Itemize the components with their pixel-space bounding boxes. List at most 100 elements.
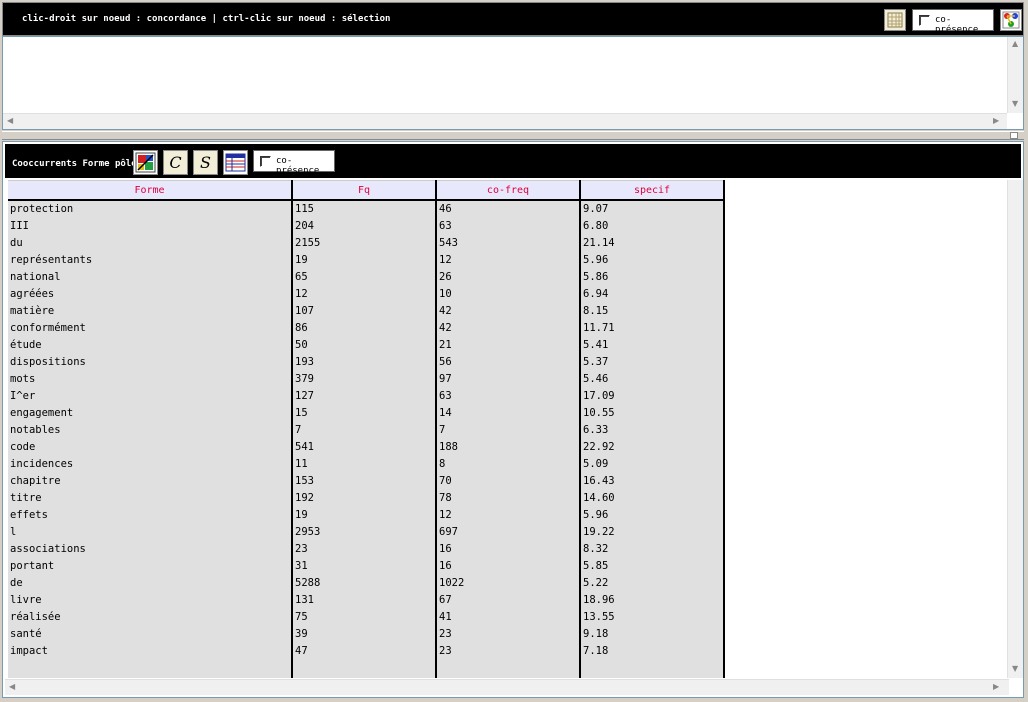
table-cell[interactable]: effets	[8, 507, 291, 524]
table-cell[interactable]: 8	[437, 456, 579, 473]
table-cell[interactable]: 86	[293, 320, 435, 337]
s-letter-icon[interactable]: S	[193, 150, 218, 175]
table-cell[interactable]: 97	[437, 371, 579, 388]
table-cell[interactable]: 115	[293, 201, 435, 218]
table-cell[interactable]: 192	[293, 490, 435, 507]
table-cell[interactable]: 188	[437, 439, 579, 456]
table-cell[interactable]: national	[8, 269, 291, 286]
table-cell[interactable]: 23	[437, 643, 579, 660]
table-cell[interactable]: 70	[437, 473, 579, 490]
table-cell[interactable]: 39	[293, 626, 435, 643]
scroll-right-arrow-icon[interactable]: ▶	[993, 116, 999, 125]
table-cell[interactable]: 5.96	[581, 507, 723, 524]
table-cell[interactable]: 17.09	[581, 388, 723, 405]
column-header-fq[interactable]: Fq	[293, 180, 435, 201]
scroll-left-arrow-icon[interactable]: ◀	[7, 116, 13, 125]
table-cell[interactable]: portant	[8, 558, 291, 575]
scroll-left-arrow-icon[interactable]: ◀	[9, 682, 15, 691]
table-cell[interactable]: 42	[437, 320, 579, 337]
table-cell[interactable]: représentants	[8, 252, 291, 269]
table-cell[interactable]: réalisée	[8, 609, 291, 626]
table-cell[interactable]: chapitre	[8, 473, 291, 490]
table-cell[interactable]: 5.09	[581, 456, 723, 473]
table-cell[interactable]: mots	[8, 371, 291, 388]
table-cell[interactable]: 9.07	[581, 201, 723, 218]
table-cell[interactable]: 16	[437, 558, 579, 575]
table-cell[interactable]: 5.41	[581, 337, 723, 354]
table-cell[interactable]: matière	[8, 303, 291, 320]
co-presence-toggle-top[interactable]: co-présence	[912, 9, 994, 35]
table-cell[interactable]: 2155	[293, 235, 435, 252]
co-presence-checkbox-top[interactable]	[919, 15, 930, 26]
table-cell[interactable]: 127	[293, 388, 435, 405]
c-letter-icon[interactable]: C	[163, 150, 188, 175]
table-cell[interactable]: 6.33	[581, 422, 723, 439]
table-cell[interactable]: 12	[437, 507, 579, 524]
table-cell[interactable]: 11	[293, 456, 435, 473]
table-cell[interactable]: 10.55	[581, 405, 723, 422]
scroll-right-arrow-icon[interactable]: ▶	[993, 682, 999, 691]
table-cell[interactable]: 13.55	[581, 609, 723, 626]
table-cell[interactable]: 75	[293, 609, 435, 626]
table-cell[interactable]: 12	[437, 252, 579, 269]
table-cell[interactable]: l	[8, 524, 291, 541]
table-cell[interactable]: santé	[8, 626, 291, 643]
table-icon[interactable]	[223, 150, 248, 175]
column-header-specif[interactable]: specif	[581, 180, 723, 201]
table-cell[interactable]: 1022	[437, 575, 579, 592]
table-cell[interactable]: 56	[437, 354, 579, 371]
table-cell[interactable]: 10	[437, 286, 579, 303]
table-cell[interactable]: 5288	[293, 575, 435, 592]
table-cell[interactable]: 5.96	[581, 252, 723, 269]
table-cell[interactable]: 16.43	[581, 473, 723, 490]
table-cell[interactable]: 7	[437, 422, 579, 439]
table-cell[interactable]: 8.32	[581, 541, 723, 558]
table-cell[interactable]: 543	[437, 235, 579, 252]
table-cell[interactable]: I^er	[8, 388, 291, 405]
table-cell[interactable]: 41	[437, 609, 579, 626]
table-cell[interactable]: 31	[293, 558, 435, 575]
table-cell[interactable]: associations	[8, 541, 291, 558]
vertical-scrollbar-top[interactable]: ▲ ▼	[1007, 37, 1023, 113]
table-cell[interactable]: 21.14	[581, 235, 723, 252]
table-cell[interactable]: 193	[293, 354, 435, 371]
table-cell[interactable]: 78	[437, 490, 579, 507]
horizontal-scrollbar-top[interactable]: ◀ ▶	[3, 113, 1007, 129]
table-cell[interactable]: 23	[437, 626, 579, 643]
table-cell[interactable]: 6.80	[581, 218, 723, 235]
table-cell[interactable]: code	[8, 439, 291, 456]
chart-icon[interactable]	[133, 150, 158, 175]
table-cell[interactable]: 5.37	[581, 354, 723, 371]
grid-icon[interactable]	[884, 9, 906, 31]
table-cell[interactable]: 22.92	[581, 439, 723, 456]
splitter-handle[interactable]	[1010, 132, 1018, 139]
table-cell[interactable]: agréées	[8, 286, 291, 303]
table-cell[interactable]: 9.18	[581, 626, 723, 643]
table-cell[interactable]: 11.71	[581, 320, 723, 337]
table-cell[interactable]: 19.22	[581, 524, 723, 541]
table-cell[interactable]: notables	[8, 422, 291, 439]
table-cell[interactable]: protection	[8, 201, 291, 218]
table-cell[interactable]: 18.96	[581, 592, 723, 609]
table-cell[interactable]: 47	[293, 643, 435, 660]
table-cell[interactable]: dispositions	[8, 354, 291, 371]
table-cell[interactable]: 7	[293, 422, 435, 439]
graph-panel[interactable]: ▲ ▼ ◀ ▶	[2, 36, 1024, 130]
scroll-down-arrow-icon[interactable]: ▼	[1012, 99, 1018, 108]
co-presence-toggle-bottom[interactable]: co-présence	[253, 150, 335, 176]
table-cell[interactable]: 65	[293, 269, 435, 286]
column-header-forme[interactable]: Forme	[8, 180, 291, 201]
table-cell[interactable]: III	[8, 218, 291, 235]
table-cell[interactable]: 46	[437, 201, 579, 218]
pane-splitter[interactable]	[2, 131, 1024, 140]
table-cell[interactable]: 16	[437, 541, 579, 558]
table-cell[interactable]: 107	[293, 303, 435, 320]
table-cell[interactable]: livre	[8, 592, 291, 609]
table-cell[interactable]: 6.94	[581, 286, 723, 303]
table-cell[interactable]: étude	[8, 337, 291, 354]
table-cell[interactable]: 379	[293, 371, 435, 388]
table-cell[interactable]: 26	[437, 269, 579, 286]
table-cell[interactable]: 697	[437, 524, 579, 541]
table-cell[interactable]: 67	[437, 592, 579, 609]
horizontal-scrollbar-bottom[interactable]: ◀ ▶	[5, 679, 1009, 695]
